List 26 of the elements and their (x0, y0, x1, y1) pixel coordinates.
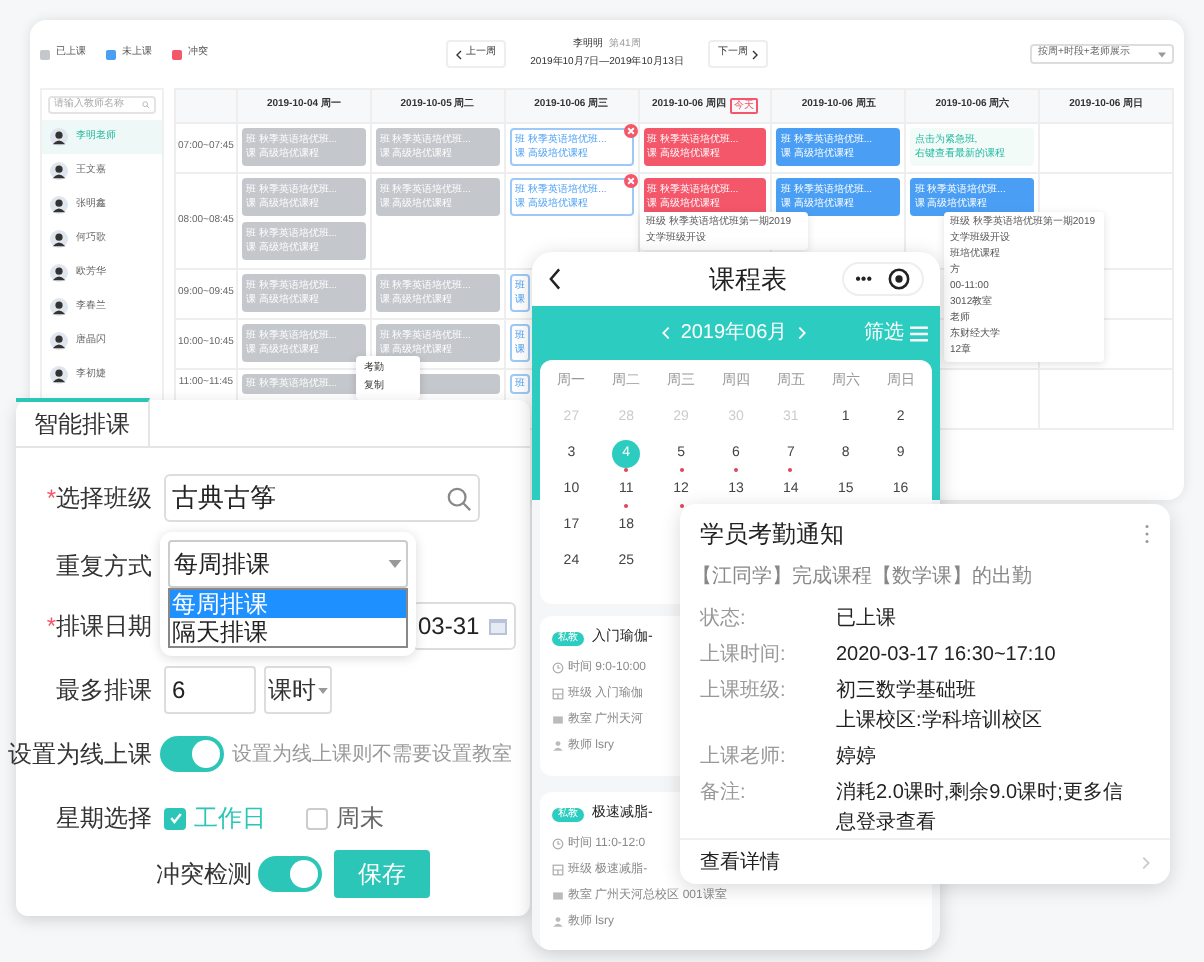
checkbox-label: 周末 (336, 802, 384, 836)
notice-field-value: 初三数学基础班 (836, 677, 976, 706)
notice-field-label: 上课时间: (700, 641, 788, 670)
notice-subtitle: 【江同学】完成课程【数学课】的出勤 (690, 563, 1034, 592)
notice-field-value: 婷婷 (836, 744, 876, 772)
notice-field-label: 备注: (700, 779, 748, 808)
field-label: 最多排课 (56, 674, 152, 708)
field-label: 排课日期 (56, 610, 152, 644)
field-label: 设置为线上课 (8, 738, 152, 772)
field-label: 重复方式 (56, 550, 152, 584)
field-label: 星期选择 (56, 802, 152, 836)
notice-field-value: 2020-03-17 16:30~17:10 (836, 642, 1056, 670)
notice-field-value: 已上课 (836, 605, 896, 634)
notice-field-label: 状态: (700, 605, 748, 634)
field-label: 选择班级 (56, 482, 152, 516)
field-label: 冲突检测 (156, 858, 252, 892)
phone-title: 课程表 (708, 261, 787, 298)
notice-title: 学员考勤通知 (700, 518, 844, 552)
notice-field-value: 上课校区:学科培训校区 (836, 707, 1042, 736)
notice-field-value: 消耗2.0课时,剩余9.0课时;更多信息登录查看 (836, 779, 1125, 838)
required-mark: * (46, 610, 56, 644)
notice-field-label: 上课班级: (700, 677, 788, 706)
notice-field-label: 上课老师: (700, 743, 788, 772)
online-hint: 设置为线上课则不需要设置教室 (232, 741, 512, 769)
required-mark: * (46, 482, 56, 516)
checkbox-label: 工作日 (194, 802, 266, 836)
